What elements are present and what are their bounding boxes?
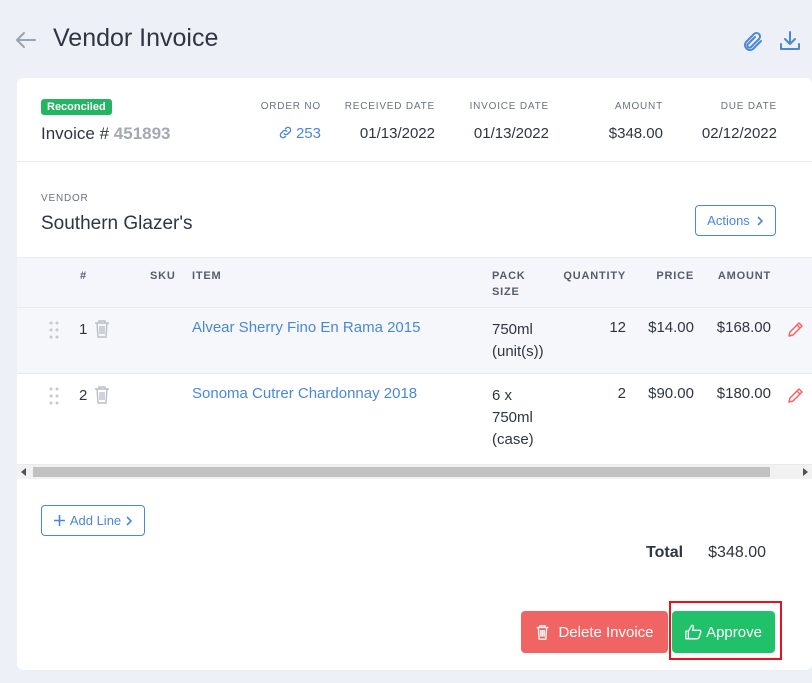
back-arrow-icon[interactable] [14,28,38,52]
col-price: PRICE [656,270,694,282]
invoice-number-label: Invoice # [41,124,110,143]
col-quantity: QUANTITY [563,270,626,282]
download-icon[interactable] [778,29,802,53]
thumbs-up-icon [685,624,702,640]
paperclip-icon[interactable] [741,30,765,54]
pack-line: (unit(s)) [492,343,544,360]
pack-line: (case) [492,431,534,448]
add-line-button[interactable]: Add Line [41,505,145,536]
pack-size: 6 x 750ml (case) [492,385,534,451]
scrollbar-thumb[interactable] [33,467,770,477]
order-no-link[interactable]: 253 [278,125,321,142]
approve-label: Approve [706,623,762,641]
line-number: 1 [79,321,88,338]
col-pack-label: PACK [492,270,526,282]
actions-label: Actions [707,213,750,228]
plus-icon [53,515,65,526]
status-badge: Reconciled [41,99,112,115]
approve-button[interactable]: Approve [672,611,775,653]
trash-icon [537,624,549,640]
link-icon [279,126,292,139]
table-header: # SKU ITEM PACK SIZE QUANTITY PRICE AMOU… [17,257,812,307]
table-row: 1 Alvear Sherry Fino En Rama 2015 750ml … [17,307,812,373]
due-date-value: 02/12/2022 [701,125,777,142]
col-sku: SKU [150,270,176,282]
item-link[interactable]: Alvear Sherry Fino En Rama 2015 [192,319,420,336]
col-size-label: SIZE [492,286,520,298]
line-number: 2 [79,387,88,404]
vendor-label: VENDOR [41,193,89,204]
price: $14.00 [648,319,694,336]
drag-handle-icon[interactable] [48,320,60,340]
trash-icon[interactable] [93,385,111,405]
page-title: Vendor Invoice [53,24,219,52]
page-header: Vendor Invoice [0,0,812,78]
total-value: $348.00 [708,544,766,561]
quantity: 12 [609,319,626,336]
table-row: 2 Sonoma Cutrer Chardonnay 2018 6 x 750m… [17,373,812,465]
edit-pencil-icon[interactable] [786,321,804,339]
divider [17,161,812,162]
col-pack-size: PACK SIZE [492,268,526,300]
line-amount: $168.00 [716,319,771,336]
delete-invoice-button[interactable]: Delete Invoice [521,611,668,653]
pack-size: 750ml (unit(s)) [492,319,544,363]
add-line-label: Add Line [69,513,122,528]
received-date-value: 01/13/2022 [359,125,435,142]
col-number: # [80,270,87,282]
pack-line: 6 x [492,387,513,404]
actions-button[interactable]: Actions [695,205,776,236]
col-amount: AMOUNT [717,270,771,282]
order-no-label: ORDER NO [260,101,321,112]
scroll-left-icon[interactable] [20,468,28,476]
received-date-label: RECEIVED DATE [344,101,435,112]
drag-handle-icon[interactable] [48,386,60,406]
amount-label: AMOUNT [614,101,663,112]
delete-invoice-label: Delete Invoice [558,623,654,641]
scroll-right-icon[interactable] [801,468,809,476]
invoice-card: Reconciled Invoice # 451893 ORDER NO 253… [17,78,812,670]
pack-line: 750ml [492,321,533,338]
edit-pencil-icon[interactable] [786,387,804,405]
price: $90.00 [648,385,694,402]
invoice-number-value: 451893 [113,124,171,143]
invoice-date-value: 01/13/2022 [473,125,549,142]
quantity: 2 [617,385,626,402]
invoice-number: Invoice # 451893 [41,124,171,144]
amount-value: $348.00 [608,125,663,142]
chevron-right-icon [126,515,133,526]
vendor-name: Southern Glazer's [41,213,193,234]
invoice-date-label: INVOICE DATE [469,101,549,112]
item-link[interactable]: Sonoma Cutrer Chardonnay 2018 [192,385,417,402]
total-label: Total [646,544,684,561]
line-amount: $180.00 [716,385,771,402]
pack-line: 750ml [492,409,533,426]
horizontal-scrollbar[interactable] [17,465,812,479]
col-item: ITEM [192,270,222,282]
due-date-label: DUE DATE [720,101,777,112]
order-no-value: 253 [295,125,321,142]
chevron-right-icon [757,215,763,226]
trash-icon[interactable] [93,319,111,339]
